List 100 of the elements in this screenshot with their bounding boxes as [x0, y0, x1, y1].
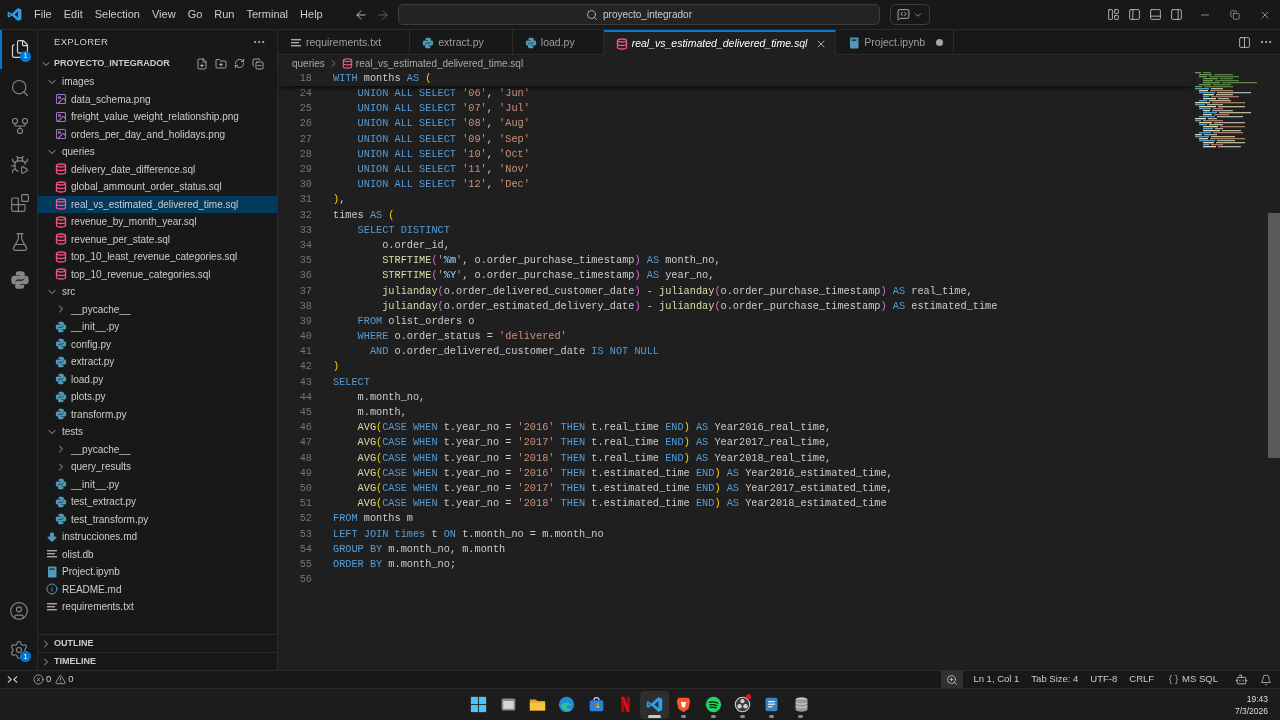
status-item[interactable]: Tab Size: 4: [1025, 671, 1085, 688]
language-button[interactable]: MS SQL: [1164, 671, 1222, 688]
problems-button[interactable]: 0 0: [30, 671, 77, 688]
snake-logo-icon: [9, 270, 30, 291]
line-number: 30: [298, 177, 312, 193]
new-folder-icon[interactable]: [214, 57, 227, 70]
code-line: o.order_id,: [382, 237, 450, 253]
line-number: 51: [298, 496, 312, 512]
tree-item[interactable]: config.py: [38, 335, 277, 353]
restore-icon[interactable]: [1230, 9, 1240, 20]
tree-item[interactable]: real_vs_estimated_delivered_time.sql: [38, 195, 277, 213]
tree-item[interactable]: src: [38, 283, 277, 301]
tree-item[interactable]: images: [38, 73, 277, 91]
menu-item[interactable]: Help: [294, 3, 329, 26]
tree-item[interactable]: queries: [38, 143, 277, 161]
menu-item[interactable]: File: [28, 3, 58, 26]
line-number: 41: [298, 344, 312, 360]
tree-item[interactable]: freight_value_weight_relationship.png: [38, 108, 277, 126]
chat-button[interactable]: [890, 4, 930, 25]
tree-item[interactable]: tests: [38, 423, 277, 441]
lines-file-icon: [46, 600, 58, 613]
tree-item[interactable]: README.md: [38, 580, 277, 598]
tree-item[interactable]: test_transform.py: [38, 510, 277, 528]
status-item[interactable]: CRLF: [1123, 671, 1161, 688]
tree-item[interactable]: orders_per_day_and_holidays.png: [38, 125, 277, 143]
code-line: UNION ALL SELECT '07', 'Jul': [357, 101, 530, 117]
tree-item[interactable]: transform.py: [38, 405, 277, 423]
robot-icon[interactable]: [1234, 673, 1248, 686]
split-editor-icon[interactable]: [1238, 35, 1251, 49]
blocks-icon: [9, 193, 30, 214]
taskbar-button[interactable]: [640, 690, 670, 719]
menu-item[interactable]: Edit: [57, 3, 89, 26]
tree-item[interactable]: extract.py: [38, 353, 277, 371]
tree-item[interactable]: Project.ipynb: [38, 563, 277, 581]
tree-item[interactable]: data_schema.png: [38, 90, 277, 108]
folder-header[interactable]: PROYECTO_INTEGRADOR: [38, 54, 170, 73]
breadcrumb-item[interactable]: real_vs_estimated_delivered_time.sql: [355, 55, 524, 71]
python-file-icon: [422, 36, 435, 49]
editor-tab[interactable]: Project.ipynb: [836, 30, 955, 55]
app-logo-icon: [6, 7, 22, 22]
waves-circle-icon: [704, 696, 722, 713]
folder-icon: [528, 696, 546, 713]
tree-item[interactable]: olist.db: [38, 545, 277, 563]
right-panel-icon[interactable]: [1170, 8, 1183, 21]
start-grid-icon: [470, 696, 488, 713]
menu-item[interactable]: Run: [208, 3, 241, 26]
tree-item[interactable]: __pycache__: [38, 300, 277, 318]
branch-icon: [9, 116, 30, 137]
tree-item[interactable]: revenue_per_state.sql: [38, 230, 277, 248]
tree-item[interactable]: instrucciones.md: [38, 528, 277, 546]
editor-tab[interactable]: load.py: [512, 30, 604, 55]
braces-icon: [1168, 674, 1180, 685]
tree-item[interactable]: __init__.py: [38, 475, 277, 493]
tree-item[interactable]: top_10_least_revenue_categories.sql: [38, 248, 277, 266]
aperture-icon: [734, 696, 752, 713]
line-number: 49: [298, 465, 312, 481]
section-header[interactable]: OUTLINE: [38, 634, 277, 652]
tree-item[interactable]: test_extract.py: [38, 493, 277, 511]
collapse-icon[interactable]: [251, 57, 264, 70]
code-line: AVG(CASE WHEN t.year_no = '2017' THEN t.real_time END) AS Year2017_real_time,: [357, 435, 832, 451]
line-number: 31: [298, 192, 312, 208]
tree-item[interactable]: global_ammount_order_status.sql: [38, 178, 277, 196]
remote-icon[interactable]: [6, 674, 18, 685]
bell-icon[interactable]: [1260, 673, 1272, 686]
warning-icon: [55, 674, 67, 685]
bottom-panel-icon[interactable]: [1149, 8, 1162, 21]
tree-item[interactable]: revenue_by_month_year.sql: [38, 213, 277, 231]
menu-item[interactable]: Go: [181, 3, 209, 26]
zoom-button[interactable]: [941, 671, 964, 688]
tree-item[interactable]: load.py: [38, 370, 277, 388]
sidebar-panel-icon[interactable]: [1128, 8, 1141, 21]
editor-tab[interactable]: extract.py: [410, 30, 513, 55]
menu-item[interactable]: Selection: [88, 3, 146, 26]
tree-item[interactable]: delivery_date_difference.sql: [38, 160, 277, 178]
tree-item[interactable]: query_results: [38, 458, 277, 476]
breadcrumb-item[interactable]: queries: [292, 55, 325, 71]
status-item[interactable]: UTF-8: [1084, 671, 1124, 688]
python-file-icon: [55, 390, 67, 403]
menu-item[interactable]: View: [145, 3, 182, 26]
tree-item[interactable]: requirements.txt: [38, 598, 277, 616]
code-line: AND o.order_delivered_customer_date IS NOT NULL: [369, 344, 659, 360]
code-line: julianday(o.order_estimated_delivery_date) - julianday(o.order_purchase_timestamp) AS estimated_time: [382, 298, 998, 314]
panel-title: EXPLORER: [54, 34, 109, 49]
line-number: 45: [298, 405, 312, 421]
status-item[interactable]: Ln 1, Col 1: [967, 671, 1026, 688]
tree-item[interactable]: __pycache__: [38, 440, 277, 458]
editor-tab[interactable]: requirements.txt: [278, 30, 411, 55]
search-icon: [586, 8, 598, 21]
tree-item[interactable]: top_10_revenue_categories.sql: [38, 265, 277, 283]
layout-icon[interactable]: [1107, 8, 1120, 21]
clock-time[interactable]: 19:43: [1246, 692, 1268, 705]
new-file-icon[interactable]: [196, 57, 209, 70]
tree-item[interactable]: __init__.py: [38, 318, 277, 336]
search-field[interactable]: proyecto_integrador: [398, 4, 880, 25]
menu-item[interactable]: Terminal: [240, 3, 295, 26]
editor-tab[interactable]: real_vs_estimated_delivered_time.sql: [603, 30, 837, 55]
clock-date[interactable]: 7/3/2026: [1234, 704, 1268, 717]
tree-item[interactable]: plots.py: [38, 388, 277, 406]
scrollbar-thumb[interactable]: [1268, 213, 1280, 458]
refresh-icon[interactable]: [233, 58, 245, 69]
